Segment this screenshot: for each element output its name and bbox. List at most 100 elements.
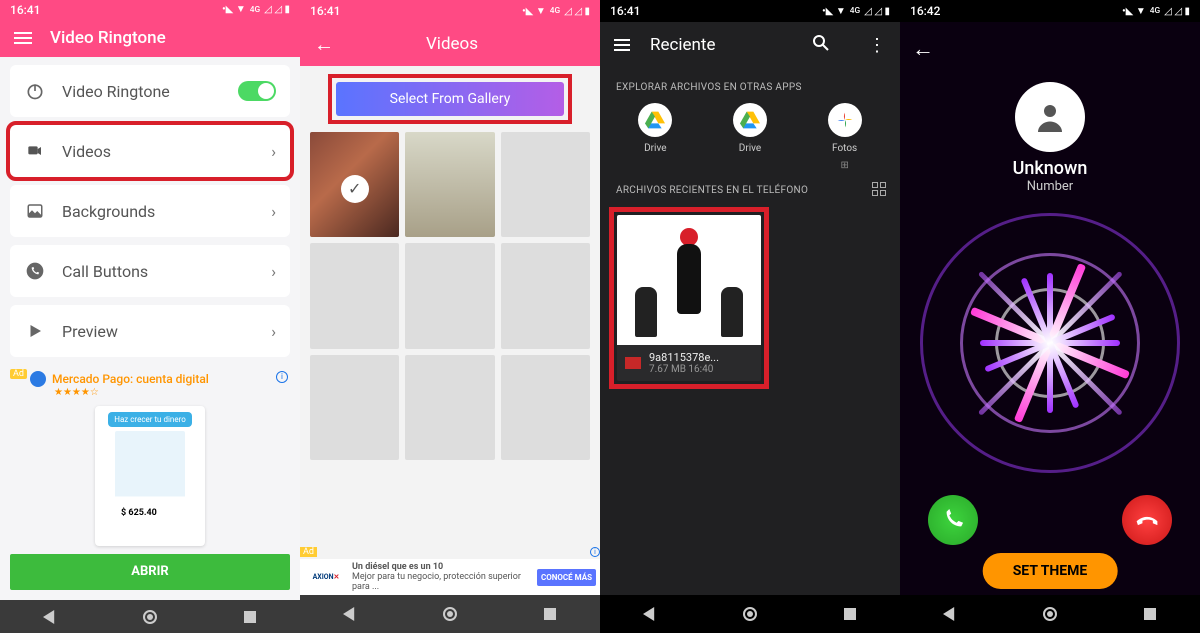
video-thumb-1[interactable]: ✓ (310, 132, 399, 237)
nav-home-icon[interactable] (1041, 605, 1059, 623)
ad-bubble: Haz crecer tu dinero (108, 412, 192, 427)
decline-call-button[interactable] (1122, 495, 1172, 545)
app-header: Video Ringtone (0, 19, 300, 57)
video-file-icon (625, 357, 641, 369)
video-thumb-2[interactable] (405, 132, 494, 237)
video-thumb-empty[interactable] (501, 355, 590, 460)
caller-avatar (1015, 82, 1085, 152)
android-nav (900, 595, 1200, 633)
nav-recent-icon[interactable] (841, 605, 859, 623)
search-icon[interactable] (812, 34, 830, 56)
nav-recent-icon[interactable] (241, 608, 259, 626)
menu-item-preview[interactable]: Preview › (10, 305, 290, 357)
main-content: Video Ringtone Videos › Backgrounds › Ca… (0, 57, 300, 600)
set-theme-button[interactable]: SET THEME (983, 553, 1118, 589)
main-content: Reciente ⋮ EXPLORAR ARCHIVOS EN OTRAS AP… (600, 22, 900, 595)
nav-recent-icon[interactable] (541, 605, 559, 623)
status-icons: •◣ ▼ 4G ◿ ◿ ▮ (222, 4, 290, 15)
phone-4-theme-preview: 16:42 •◣ ▼ 4G ◿ ◿ ▮ ← Unknown Number SET… (900, 0, 1200, 633)
app-label: Fotos (832, 143, 857, 154)
image-icon (24, 200, 46, 222)
menu-label: Video Ringtone (62, 82, 170, 101)
ad-block[interactable]: Ad i Mercado Pago: cuenta digital ★★★★☆ … (10, 369, 290, 546)
video-thumb-empty[interactable] (310, 355, 399, 460)
ad-rating: ★★★★☆ (10, 387, 290, 398)
section-header-recent-row: ARCHIVOS RECIENTES EN EL TELÉFONO (600, 171, 900, 206)
menu-label: Call Buttons (62, 262, 148, 281)
nav-back-icon[interactable] (41, 608, 59, 626)
play-icon (24, 320, 46, 342)
file-thumbnail (617, 215, 761, 345)
video-thumb-empty[interactable] (310, 243, 399, 348)
drive-icon (733, 103, 767, 137)
ad-tag: Ad (10, 369, 27, 379)
hamburger-icon[interactable] (14, 32, 32, 44)
select-from-gallery-button[interactable]: Select From Gallery (336, 82, 564, 116)
phone-2-videos: 16:41 •◣ ▼ 4G ◿ ◿ ▮ ← Videos Select From… (300, 0, 600, 633)
back-arrow-icon[interactable]: ← (912, 36, 934, 62)
app-drive-2[interactable]: Drive (733, 103, 767, 171)
app-drive[interactable]: Drive (638, 103, 672, 171)
more-icon[interactable]: ⋮ (868, 35, 886, 56)
phone-circle-icon (24, 260, 46, 282)
chevron-right-icon: › (271, 322, 276, 341)
nav-recent-icon[interactable] (1141, 605, 1159, 623)
ad-info-icon[interactable]: i (276, 371, 288, 383)
video-thumb-empty[interactable] (501, 132, 590, 237)
video-thumb-empty[interactable] (405, 355, 494, 460)
kaleidoscope-pattern (900, 153, 1200, 533)
ad-cta-button[interactable]: ABRIR (10, 554, 290, 590)
section-header-recent: ARCHIVOS RECIENTES EN EL TELÉFONO (600, 171, 872, 206)
ad-price: $ 625.40 (121, 508, 157, 518)
status-time: 16:41 (610, 4, 640, 18)
status-icons: •◣ ▼ 4G ◿ ◿ ▮ (822, 6, 890, 17)
ad-logo-icon (30, 371, 46, 387)
chevron-right-icon: › (271, 202, 276, 221)
ad-tag: Ad (300, 547, 317, 557)
file-meta: 9a8115378e... 7.67 MB 16:40 (617, 345, 761, 381)
app-label: Drive (644, 143, 666, 154)
android-nav (300, 595, 600, 633)
status-icons: •◣ ▼ 4G ◿ ◿ ▮ (1122, 6, 1190, 17)
accept-call-button[interactable] (928, 495, 978, 545)
hamburger-icon[interactable] (614, 39, 630, 51)
ad-info-icon[interactable]: i (590, 547, 600, 557)
nav-back-icon[interactable] (941, 605, 959, 623)
nav-home-icon[interactable] (141, 608, 159, 626)
video-thumb-empty[interactable] (405, 243, 494, 348)
nav-back-icon[interactable] (641, 605, 659, 623)
file-size-time: 7.67 MB 16:40 (649, 364, 719, 375)
apps-row: Drive Drive Fotos ⊞ (600, 103, 900, 171)
menu-label: Videos (62, 142, 111, 161)
ad-brand-icon: AXION✕ (304, 567, 348, 587)
caller-info: Unknown Number (900, 158, 1200, 194)
video-thumb-empty[interactable] (501, 243, 590, 348)
nav-home-icon[interactable] (441, 605, 459, 623)
menu-item-video-ringtone[interactable]: Video Ringtone (10, 65, 290, 117)
app-fotos[interactable]: Fotos ⊞ (828, 103, 862, 171)
grid-view-icon[interactable] (872, 182, 886, 196)
ad-block[interactable]: Ad i AXION✕ Un diésel que es un 10Mejor … (300, 559, 600, 595)
nav-back-icon[interactable] (341, 605, 359, 623)
toggle-switch[interactable] (238, 81, 276, 101)
check-icon: ✓ (341, 175, 369, 203)
back-arrow-icon[interactable]: ← (314, 32, 334, 57)
status-bar: 16:41 •◣ ▼ 4G ◿ ◿ ▮ (0, 0, 300, 19)
menu-item-call-buttons[interactable]: Call Buttons › (10, 245, 290, 297)
ad-cta-button[interactable]: CONOCÉ MÁS (537, 569, 596, 586)
menu-item-backgrounds[interactable]: Backgrounds › (10, 185, 290, 237)
ad-headline: Un diésel que es un 10 (352, 562, 533, 572)
video-grid: ✓ (300, 132, 600, 460)
photos-icon (828, 103, 862, 137)
file-highlight: 9a8115378e... 7.67 MB 16:40 (614, 212, 764, 384)
caller-number: Number (900, 179, 1200, 194)
status-time: 16:42 (910, 4, 940, 18)
recent-file[interactable]: 9a8115378e... 7.67 MB 16:40 (617, 215, 761, 381)
menu-label: Backgrounds (62, 202, 155, 221)
status-bar: 16:41 •◣ ▼ 4G ◿ ◿ ▮ (600, 0, 900, 22)
status-time: 16:41 (310, 4, 340, 18)
android-nav (600, 595, 900, 633)
nav-home-icon[interactable] (741, 605, 759, 623)
menu-item-videos[interactable]: Videos › (10, 125, 290, 177)
app-header: ← Videos (300, 22, 600, 66)
